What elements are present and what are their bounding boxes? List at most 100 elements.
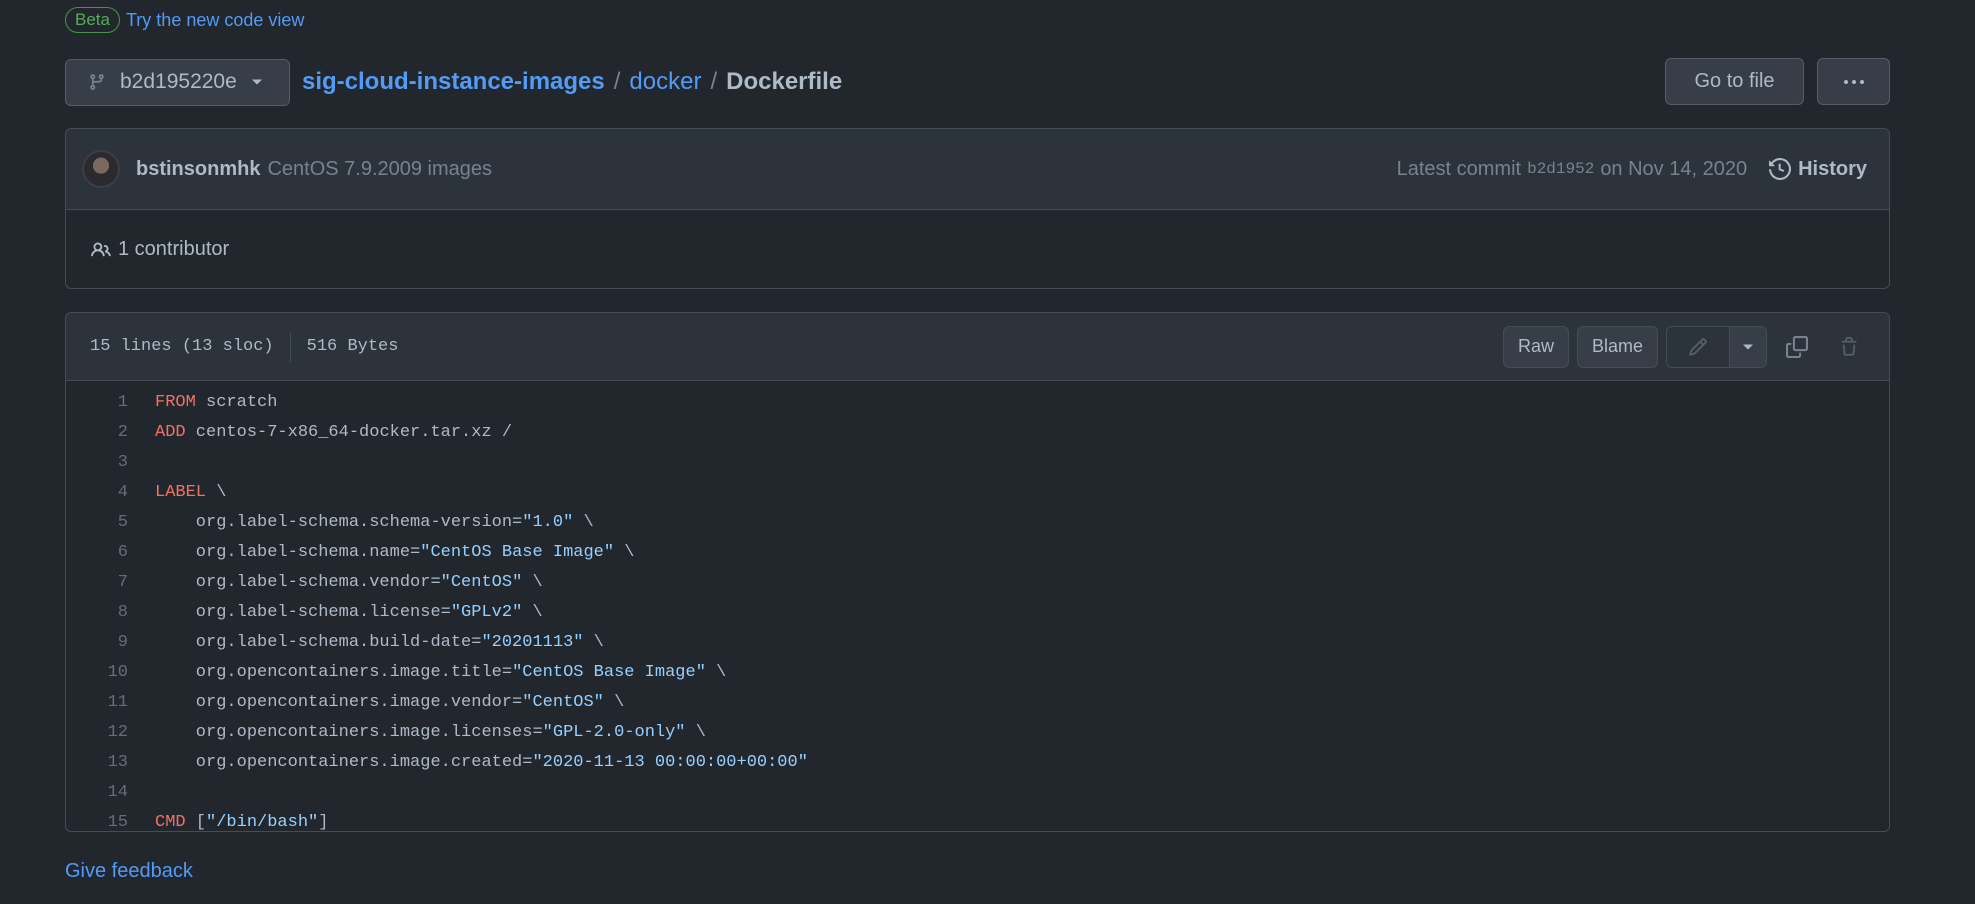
line-number[interactable]: 4 bbox=[66, 483, 128, 502]
line-number[interactable]: 3 bbox=[66, 453, 128, 472]
line-content: LABEL \ bbox=[128, 483, 226, 502]
code-text: ] bbox=[318, 812, 329, 832]
code-text: org.opencontainers.image.vendor= bbox=[155, 692, 523, 712]
line-number[interactable]: 14 bbox=[66, 783, 128, 802]
code-text: [ bbox=[185, 812, 207, 832]
beta-badge: Beta bbox=[65, 7, 120, 33]
code-text: org.opencontainers.image.title= bbox=[155, 662, 513, 682]
line-number[interactable]: 7 bbox=[66, 573, 128, 592]
kebab-horizontal-icon bbox=[1843, 79, 1864, 84]
code-line: 1 FROM scratch bbox=[66, 387, 1889, 417]
line-number[interactable]: 6 bbox=[66, 543, 128, 562]
code-line: 8 org.label-schema.license="GPLv2" \ bbox=[66, 597, 1889, 627]
code-keyword: LABEL bbox=[155, 482, 207, 502]
history-link[interactable]: History bbox=[1769, 158, 1867, 181]
avatar[interactable] bbox=[82, 150, 120, 188]
code-line: 3 bbox=[66, 447, 1889, 477]
breadcrumb-separator: / bbox=[710, 68, 718, 95]
more-options-button[interactable] bbox=[1817, 58, 1890, 105]
breadcrumb-dir-link[interactable]: docker bbox=[629, 68, 701, 96]
code-string: "CentOS" bbox=[522, 692, 604, 712]
code-text: org.opencontainers.image.licenses= bbox=[155, 722, 543, 742]
commit-author[interactable]: bstinsonmhk bbox=[136, 158, 260, 181]
code-string: "2020-11-13 00:00:00+00:00" bbox=[532, 752, 808, 772]
code-text: org.label-schema.license= bbox=[155, 602, 451, 622]
line-content: org.label-schema.name="CentOS Base Image… bbox=[128, 543, 635, 562]
trash-icon bbox=[1841, 336, 1857, 356]
code-string: "GPLv2" bbox=[450, 602, 523, 622]
line-number[interactable]: 15 bbox=[66, 813, 128, 832]
code-text: scratch bbox=[195, 392, 278, 412]
try-new-code-view-link[interactable]: Try the new code view bbox=[126, 10, 304, 31]
code-listing: 1 FROM scratch 2 ADD centos-7-x86_64-docker… bbox=[66, 381, 1889, 832]
line-number[interactable]: 10 bbox=[66, 663, 128, 682]
latest-commit-box: bstinsonmhk CentOS 7.9.2009 images Lates… bbox=[65, 128, 1890, 289]
copy-raw-button[interactable] bbox=[1775, 326, 1819, 368]
code-text: org.label-schema.name= bbox=[155, 542, 421, 562]
delete-file-button[interactable] bbox=[1827, 326, 1871, 368]
edit-button-group bbox=[1666, 325, 1767, 368]
code-text: centos-7-x86_64-docker.tar.xz / bbox=[185, 422, 513, 442]
branch-selector-button[interactable]: b2d195220e bbox=[65, 58, 290, 106]
commit-sha[interactable]: b2d1952 bbox=[1527, 160, 1594, 178]
line-number[interactable]: 8 bbox=[66, 603, 128, 622]
code-text: \ bbox=[522, 602, 543, 622]
line-content: org.opencontainers.image.title="CentOS B… bbox=[128, 662, 727, 682]
go-to-file-button[interactable]: Go to file bbox=[1665, 58, 1804, 105]
contributors-row[interactable]: 1 contributor bbox=[66, 210, 1889, 288]
breadcrumb-separator: / bbox=[613, 68, 621, 95]
breadcrumb-file-name: Dockerfile bbox=[726, 68, 843, 95]
line-number[interactable]: 13 bbox=[66, 753, 128, 772]
code-keyword: CMD bbox=[155, 812, 186, 832]
code-text: org.label-schema.vendor= bbox=[155, 572, 441, 592]
line-content: org.label-schema.vendor="CentOS" \ bbox=[128, 573, 543, 592]
commit-message[interactable]: CentOS 7.9.2009 images bbox=[267, 158, 492, 181]
commit-date: on Nov 14, 2020 bbox=[1600, 157, 1748, 180]
code-text: \ bbox=[614, 542, 635, 562]
beta-banner: Beta Try the new code view bbox=[65, 5, 304, 35]
line-number[interactable]: 9 bbox=[66, 633, 128, 652]
line-number[interactable]: 5 bbox=[66, 513, 128, 532]
code-text: org.label-schema.schema-version= bbox=[155, 512, 523, 532]
caret-down-icon bbox=[251, 79, 262, 85]
latest-commit-label: Latest commit bbox=[1396, 157, 1522, 180]
line-content: org.label-schema.build-date="20201113" \ bbox=[128, 633, 604, 652]
code-text: \ bbox=[573, 512, 594, 532]
line-number[interactable]: 11 bbox=[66, 693, 128, 712]
line-number[interactable]: 2 bbox=[66, 423, 128, 442]
raw-button[interactable]: Raw bbox=[1502, 325, 1569, 368]
line-content: org.opencontainers.image.created="2020-1… bbox=[128, 753, 808, 772]
divider bbox=[289, 331, 291, 362]
code-text: org.label-schema.build-date= bbox=[155, 632, 482, 652]
code-keyword: ADD bbox=[155, 422, 186, 442]
line-number[interactable]: 12 bbox=[66, 723, 128, 742]
breadcrumb: sig-cloud-instance-images / docker / Doc… bbox=[302, 68, 842, 96]
line-content: org.label-schema.schema-version="1.0" \ bbox=[128, 513, 594, 532]
give-feedback-link[interactable]: Give feedback bbox=[65, 860, 193, 883]
breadcrumb-repo-link[interactable]: sig-cloud-instance-images bbox=[302, 68, 605, 96]
code-line: 7 org.label-schema.vendor="CentOS" \ bbox=[66, 567, 1889, 597]
code-text: \ bbox=[583, 632, 604, 652]
file-viewer: 15 lines (13 sloc) 516 Bytes Raw Blame 1… bbox=[65, 312, 1890, 832]
code-string: "CentOS Base Image" bbox=[420, 542, 615, 562]
edit-file-button[interactable] bbox=[1667, 327, 1729, 367]
code-line: 9 org.label-schema.build-date="20201113"… bbox=[66, 627, 1889, 657]
code-line: 4 LABEL \ bbox=[66, 477, 1889, 507]
edit-options-dropdown[interactable] bbox=[1729, 326, 1766, 367]
pencil-icon bbox=[1689, 337, 1707, 356]
code-text: \ bbox=[522, 572, 543, 592]
code-line: 10 org.opencontainers.image.title="CentO… bbox=[66, 657, 1889, 687]
blame-button[interactable]: Blame bbox=[1576, 325, 1658, 368]
code-string: "CentOS Base Image" bbox=[512, 662, 706, 682]
history-icon bbox=[1769, 158, 1792, 180]
line-content: FROM scratch bbox=[128, 393, 277, 412]
file-line-count: 15 lines (13 sloc) bbox=[90, 337, 274, 356]
code-keyword: FROM bbox=[155, 392, 196, 412]
code-line: 15 CMD ["/bin/bash"] bbox=[66, 807, 1889, 832]
code-line: 13 org.opencontainers.image.created="202… bbox=[66, 747, 1889, 777]
code-line: 14 bbox=[66, 777, 1889, 807]
code-text: \ bbox=[206, 482, 227, 502]
line-content: org.opencontainers.image.vendor="CentOS"… bbox=[128, 692, 625, 712]
contributors-label: 1 contributor bbox=[118, 238, 230, 260]
line-number[interactable]: 1 bbox=[66, 393, 128, 412]
